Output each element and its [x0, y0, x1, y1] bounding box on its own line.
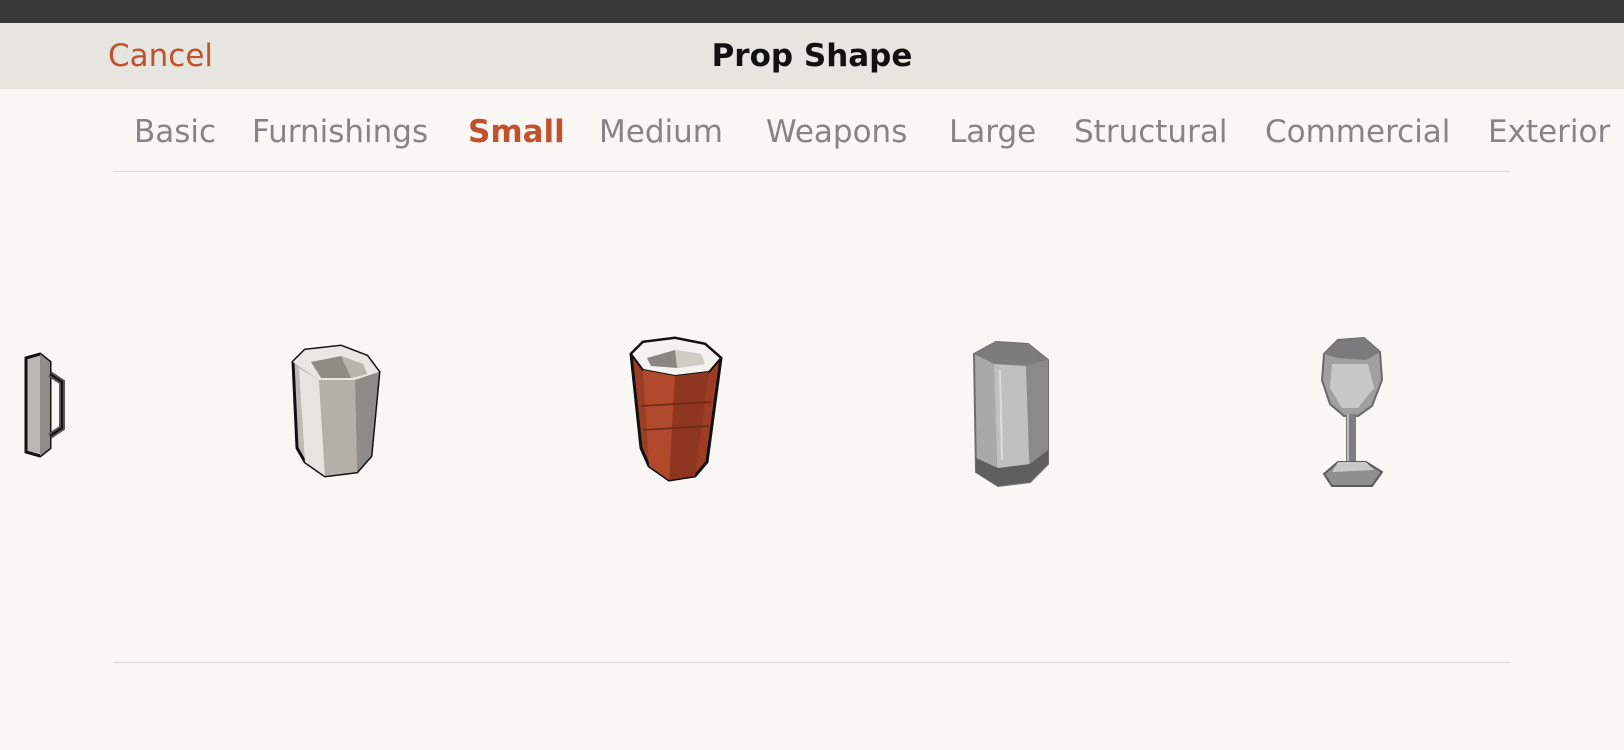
page-title: Prop Shape — [711, 38, 913, 74]
category-tabs: Basic Furnishings Small Medium Weapons L… — [0, 108, 1624, 158]
wine-glass-icon[interactable] — [1318, 334, 1388, 494]
navigation-bar: Cancel Prop Shape — [0, 23, 1624, 89]
tab-structural[interactable]: Structural — [1074, 108, 1227, 156]
tab-basic[interactable]: Basic — [134, 108, 216, 156]
tab-large[interactable]: Large — [949, 108, 1036, 156]
tab-small[interactable]: Small — [468, 108, 565, 156]
tab-furnishings[interactable]: Furnishings — [252, 108, 428, 156]
tab-exterior[interactable]: Exterior — [1488, 108, 1610, 156]
status-bar — [0, 0, 1624, 23]
white-cup-icon[interactable] — [285, 344, 395, 484]
tab-medium[interactable]: Medium — [599, 108, 723, 156]
gallery-divider — [113, 662, 1510, 663]
tall-glass-icon[interactable] — [970, 340, 1055, 492]
shape-gallery — [0, 172, 1624, 662]
tab-weapons[interactable]: Weapons — [766, 108, 907, 156]
tab-commercial[interactable]: Commercial — [1265, 108, 1450, 156]
mug-icon[interactable] — [20, 352, 65, 462]
red-party-cup-icon[interactable] — [625, 336, 730, 486]
